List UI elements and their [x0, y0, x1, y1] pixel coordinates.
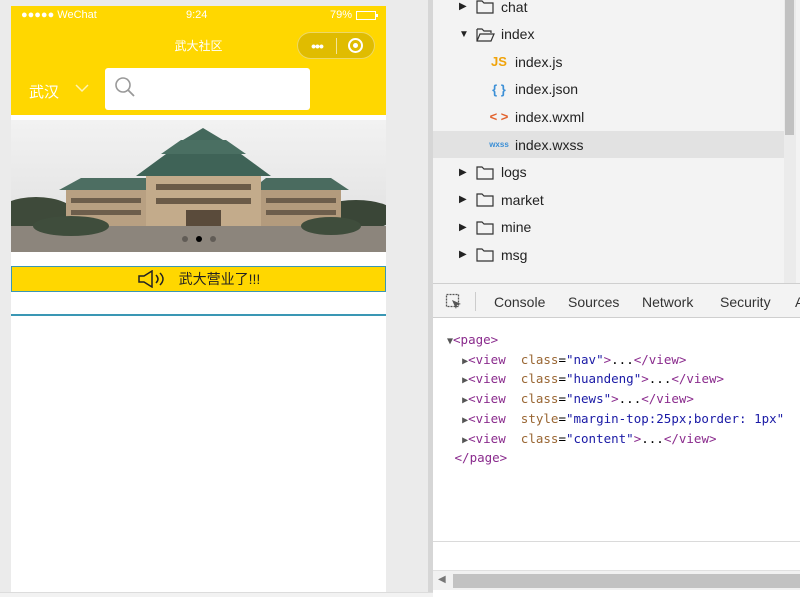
caret-right-icon[interactable]: ▶	[459, 1, 469, 12]
close-miniprogram-button[interactable]	[337, 38, 374, 53]
horizontal-scrollbar-thumb[interactable]	[453, 574, 800, 588]
search-row: 武汉	[11, 64, 386, 115]
file-tree: ▶ chat ▼ index JS index.js { } index.json < > ind…	[433, 0, 800, 283]
folder-icon	[476, 0, 494, 17]
battery-percent: 79%	[329, 9, 352, 21]
tab-sources[interactable]: Sources	[568, 294, 619, 310]
file-label: index.json	[515, 81, 579, 98]
folder-label: chat	[501, 0, 528, 15]
folder-market[interactable]: ▶ market	[433, 186, 785, 213]
file-type-icon: JS	[491, 54, 507, 70]
folder-icon	[476, 165, 494, 183]
devtools-panel: Console Sources Network Security A ▼<page> ▶…	[433, 283, 800, 597]
caret-right-icon[interactable]: ▶	[459, 167, 469, 178]
inspect-element-icon[interactable]	[445, 293, 463, 311]
folder-label: index	[501, 26, 535, 43]
file-label: index.wxml	[515, 108, 585, 125]
folder-icon	[476, 247, 494, 265]
folder-mine[interactable]: ▶ mine	[433, 214, 785, 241]
carousel-dot[interactable]	[181, 236, 188, 242]
battery-icon	[356, 10, 378, 20]
signal-text: ●●●●● WeChat	[21, 9, 97, 21]
search-box[interactable]	[105, 68, 310, 110]
folder-icon	[476, 220, 494, 238]
status-bar: ●●●●● WeChat 9:24 79%	[11, 6, 386, 26]
folder-logs[interactable]: ▶ logs	[433, 159, 785, 186]
speaker-icon	[137, 270, 164, 288]
carousel-dot[interactable]	[209, 236, 216, 242]
file-type-icon: < >	[489, 109, 509, 125]
city-selector[interactable]: 武汉	[29, 81, 59, 102]
tab-security[interactable]: Security	[720, 294, 771, 310]
navigation-bar: 武大社区 •••	[11, 26, 386, 64]
folder-label: mine	[501, 219, 532, 236]
simulator-status-strip	[0, 592, 433, 597]
target-circle-icon	[348, 38, 363, 53]
battery-indicator: 79%	[329, 9, 378, 21]
status-time: 9:24	[186, 9, 208, 21]
file-label: index.js	[515, 53, 563, 70]
carousel-dot[interactable]	[195, 236, 202, 242]
search-icon	[115, 77, 135, 97]
caret-right-icon[interactable]: ▶	[459, 249, 469, 260]
folder-label: msg	[501, 246, 528, 263]
more-button[interactable]: •••	[298, 38, 336, 54]
folder-open-icon	[476, 27, 495, 45]
notice-text: 武大营业了!!!	[178, 271, 261, 287]
file-index-js[interactable]: JS index.js	[433, 48, 785, 75]
folder-label: market	[501, 191, 544, 208]
folder-icon	[476, 192, 494, 210]
file-index-json[interactable]: { } index.json	[433, 76, 785, 103]
tree-scrollbar-thumb[interactable]	[785, 0, 794, 135]
folder-label: logs	[501, 164, 527, 181]
banner-carousel[interactable]	[11, 120, 386, 252]
tab-console[interactable]: Console	[494, 294, 545, 310]
horizontal-scrollbar[interactable]: ◀	[433, 570, 800, 590]
search-input[interactable]	[141, 76, 301, 102]
file-index-wxml[interactable]: < > index.wxml	[433, 103, 785, 130]
devtools-tabbar: Console Sources Network Security A	[433, 283, 800, 318]
tab-network[interactable]: Network	[642, 294, 693, 310]
caret-down-icon[interactable]: ▼	[459, 29, 469, 40]
file-index-wxss[interactable]: wxss index.wxss	[433, 131, 785, 158]
caret-right-icon[interactable]: ▶	[459, 194, 469, 205]
caret-right-icon[interactable]: ▶	[459, 222, 469, 233]
phone-screen: ●●●●● WeChat 9:24 79% 武大社区 ••• 武汉 武大营业了!…	[11, 6, 386, 592]
scroll-left-arrow-icon[interactable]: ◀	[438, 574, 446, 585]
carousel-dots	[11, 236, 386, 242]
folder-msg[interactable]: ▶ msg	[433, 241, 785, 268]
chevron-down-icon[interactable]	[74, 80, 90, 96]
news-divider	[11, 314, 386, 316]
menu-capsule: •••	[297, 32, 375, 59]
folder-chat[interactable]: ▶ chat	[433, 0, 785, 20]
elements-tree: ▼<page> ▶<view class="nav">...</view> ▶<…	[447, 332, 785, 466]
folder-index[interactable]: ▼ index	[433, 21, 785, 48]
file-type-icon: wxss	[489, 140, 509, 149]
tab-a[interactable]: A	[795, 294, 800, 310]
banner-image	[11, 120, 386, 252]
notice-bar: 武大营业了!!!	[11, 266, 386, 292]
file-label: index.wxss	[515, 136, 584, 153]
file-type-icon: { }	[492, 81, 506, 97]
